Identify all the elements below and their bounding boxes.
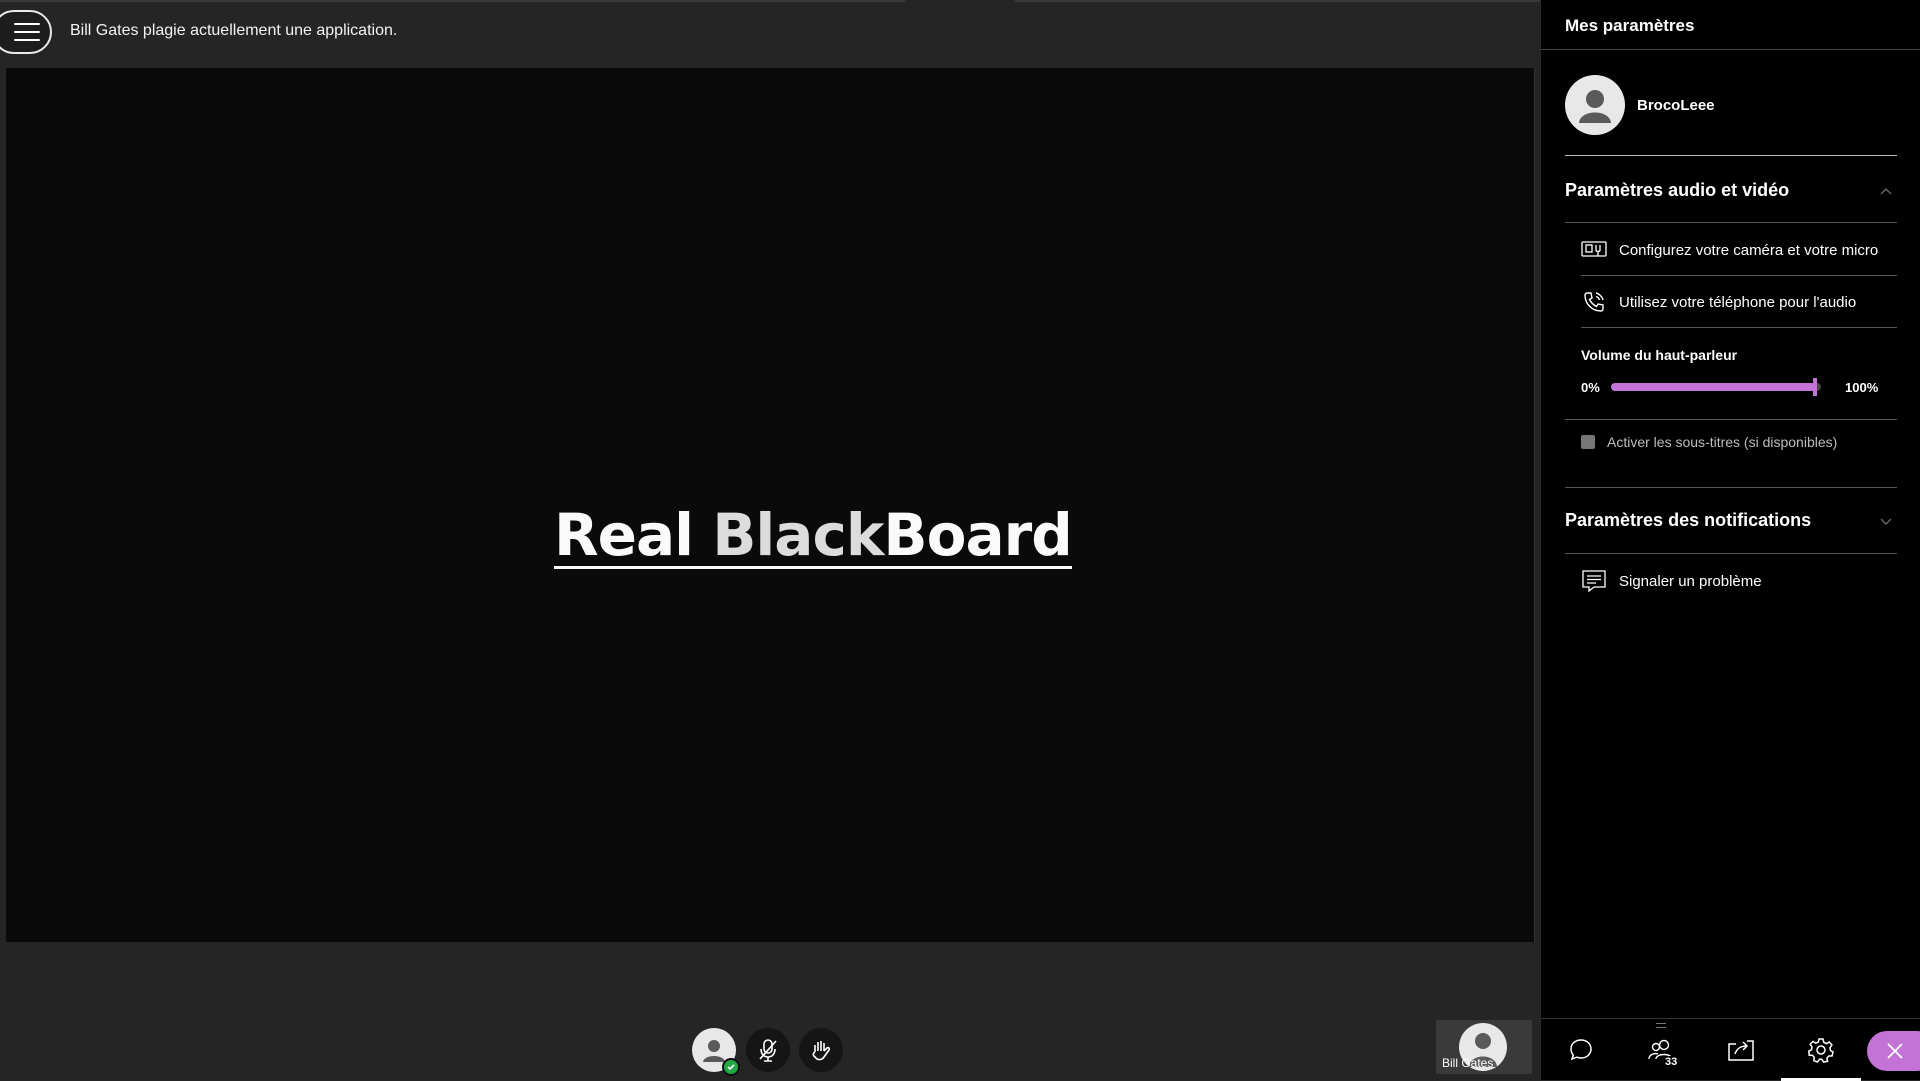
top-divider	[0, 0, 905, 2]
subtitles-option[interactable]: Activer les sous-titres (si disponibles)	[1581, 434, 1837, 450]
share-status-text: Bill Gates plagie actuellement une appli…	[70, 22, 398, 39]
share-content-button[interactable]	[1701, 1019, 1781, 1081]
report-problem-option[interactable]: Signaler un problème	[1581, 559, 1897, 603]
grip-icon	[1656, 1023, 1666, 1028]
hand-icon	[812, 1041, 831, 1061]
divider	[1565, 155, 1897, 156]
self-video-tile[interactable]: Bill Gates	[1436, 1020, 1532, 1074]
share-icon	[1728, 1040, 1754, 1061]
chat-icon	[1570, 1039, 1592, 1061]
volume-max-label: 100%	[1845, 380, 1879, 395]
participants-count-badge: 33	[1663, 1056, 1680, 1068]
online-check-icon	[722, 1058, 740, 1076]
subtitles-label: Activer les sous-titres (si disponibles)	[1607, 434, 1838, 450]
close-panel-button[interactable]	[1867, 1031, 1920, 1071]
speaker-volume-label: Volume du haut-parleur	[1581, 347, 1738, 363]
shared-screen: Real BlackBoard	[6, 68, 1535, 942]
volume-thumb[interactable]	[1812, 378, 1817, 396]
speaker-volume-slider[interactable]	[1611, 378, 1821, 396]
my-status-button[interactable]	[692, 1028, 740, 1076]
mic-muted-icon	[759, 1039, 777, 1062]
shared-title-part1: Real	[554, 501, 713, 569]
divider	[1565, 487, 1897, 488]
self-tile-name: Bill Gates	[1442, 1056, 1494, 1070]
top-bar: Bill Gates plagie actuellement une appli…	[0, 0, 1540, 66]
report-icon	[1581, 570, 1607, 593]
user-avatar-icon	[1579, 90, 1611, 123]
close-icon	[1887, 1043, 1903, 1059]
phone-audio-option[interactable]: Utilisez votre téléphone pour l'audio	[1581, 280, 1897, 324]
divider	[1581, 327, 1897, 328]
participants-button[interactable]: 33	[1621, 1019, 1701, 1081]
settings-panel: Mes paramètres BrocoLeee Paramètres audi…	[1540, 0, 1920, 1081]
chevron-down-icon[interactable]	[1879, 514, 1893, 528]
chevron-up-icon[interactable]	[1879, 184, 1893, 198]
divider	[1565, 419, 1897, 420]
divider	[1565, 222, 1897, 223]
top-divider	[1015, 0, 1540, 2]
panel-header: Mes paramètres	[1541, 0, 1920, 50]
profile-name: BrocoLeee	[1637, 97, 1715, 114]
notifications-section-title[interactable]: Paramètres des notifications	[1565, 510, 1811, 531]
raise-hand-button[interactable]	[799, 1028, 843, 1072]
panel-title: Mes paramètres	[1565, 16, 1695, 35]
divider	[1565, 553, 1897, 554]
phone-audio-label: Utilisez votre téléphone pour l'audio	[1619, 293, 1857, 311]
shared-title-part3: Board	[883, 501, 1072, 569]
shared-app-title: Real BlackBoard	[554, 506, 1073, 569]
phone-icon	[1581, 291, 1607, 313]
report-problem-label: Signaler un problème	[1619, 572, 1762, 590]
camera-mic-icon	[1581, 239, 1607, 261]
chat-button[interactable]	[1541, 1019, 1621, 1081]
main-stage: Bill Gates plagie actuellement une appli…	[0, 0, 1540, 1080]
configure-camera-mic-option[interactable]: Configurez votre caméra et votre micro	[1581, 228, 1897, 272]
my-settings-button[interactable]	[1781, 1019, 1861, 1081]
volume-min-label: 0%	[1581, 380, 1600, 395]
shared-title-part2: Black	[712, 501, 884, 569]
profile-avatar[interactable]	[1565, 75, 1625, 135]
hamburger-icon	[14, 23, 40, 41]
configure-camera-mic-label: Configurez votre caméra et votre micro	[1619, 241, 1879, 259]
divider	[1581, 275, 1897, 276]
gear-icon	[1808, 1038, 1834, 1063]
session-menu-button[interactable]	[0, 10, 52, 54]
subtitles-checkbox[interactable]	[1581, 435, 1595, 449]
panel-nav-bar: 33	[1541, 1018, 1920, 1081]
mic-toggle-button[interactable]	[746, 1028, 790, 1072]
audio-video-section-title[interactable]: Paramètres audio et vidéo	[1565, 180, 1789, 201]
volume-fill	[1611, 383, 1815, 391]
